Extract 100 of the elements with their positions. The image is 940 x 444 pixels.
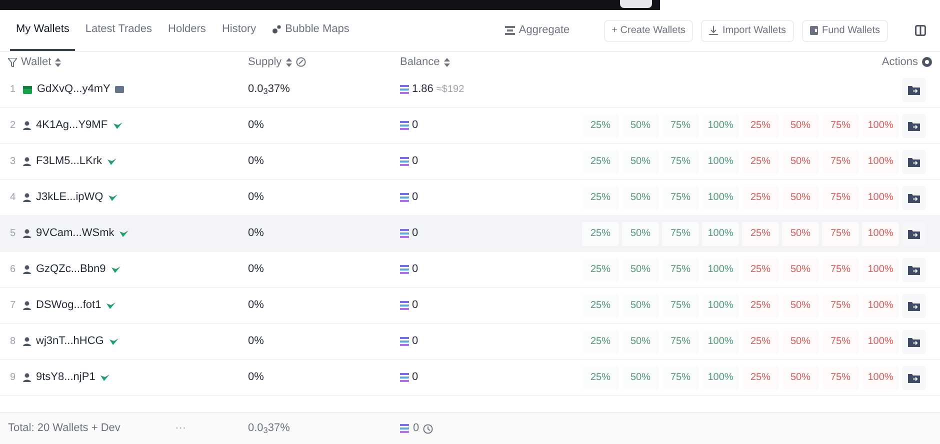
sell-button[interactable]: 25%	[742, 258, 779, 282]
aggregate-button[interactable]: Aggregate	[498, 20, 576, 42]
sell-button[interactable]: 100%	[862, 186, 899, 210]
column-header[interactable]: Balance	[400, 54, 440, 70]
wallet-address[interactable]: DSWog...fot1	[36, 297, 102, 314]
sell-button[interactable]: 100%	[862, 366, 899, 390]
buy-button[interactable]: 25%	[582, 366, 619, 390]
top-bar-button[interactable]	[620, 0, 652, 8]
tab[interactable]: My Wallets	[10, 10, 76, 51]
toolbar-button[interactable]: Import Wallets	[701, 20, 794, 42]
toolbar-button[interactable]: + Create Wallets	[604, 20, 694, 42]
column-header: Actions	[882, 54, 918, 70]
sell-button[interactable]: 25%	[742, 186, 779, 210]
wallet-address[interactable]: 4K1Ag...Y9MF	[36, 117, 108, 134]
wallet-address[interactable]: 9VCam...WSmk	[36, 225, 114, 242]
buy-button[interactable]: 75%	[662, 330, 699, 354]
supply-value: 0%	[248, 119, 264, 132]
buy-button[interactable]: 100%	[702, 114, 739, 138]
sell-button[interactable]: 100%	[862, 294, 899, 318]
tab[interactable]: Latest Trades	[79, 10, 158, 51]
sell-button[interactable]: 100%	[862, 222, 899, 246]
buy-button[interactable]: 50%	[622, 186, 659, 210]
buy-button[interactable]: 25%	[582, 294, 619, 318]
buy-button[interactable]: 75%	[662, 222, 699, 246]
row-number: 6	[10, 263, 17, 277]
sell-button[interactable]: 100%	[862, 258, 899, 282]
wallet-address[interactable]: GzQZc...Bbn9	[36, 261, 106, 278]
sell-button[interactable]: 25%	[742, 366, 779, 390]
buy-button[interactable]: 75%	[662, 150, 699, 174]
sell-button[interactable]: 100%	[862, 114, 899, 138]
folder-button[interactable]	[902, 186, 926, 210]
buy-button[interactable]: 50%	[622, 258, 659, 282]
buy-button[interactable]: 50%	[622, 366, 659, 390]
sell-button[interactable]: 100%	[862, 150, 899, 174]
column-header[interactable]: Wallet	[21, 54, 52, 70]
buy-button[interactable]: 50%	[622, 222, 659, 246]
folder-button[interactable]	[902, 78, 926, 102]
sell-button[interactable]: 75%	[822, 114, 859, 138]
buy-button[interactable]: 50%	[622, 330, 659, 354]
buy-button[interactable]: 25%	[582, 150, 619, 174]
sell-button[interactable]: 50%	[782, 150, 819, 174]
sell-button[interactable]: 100%	[862, 330, 899, 354]
sell-button[interactable]: 50%	[782, 186, 819, 210]
sell-button[interactable]: 25%	[742, 222, 779, 246]
tab[interactable]: History	[216, 10, 262, 51]
buy-button[interactable]: 25%	[582, 258, 619, 282]
more-button[interactable]: ···	[175, 420, 248, 437]
folder-icon	[908, 156, 920, 166]
sell-button[interactable]: 75%	[822, 330, 859, 354]
folder-button[interactable]	[902, 294, 926, 318]
column-header[interactable]: Supply	[248, 54, 282, 70]
buy-button[interactable]: 100%	[702, 150, 739, 174]
sell-button[interactable]: 50%	[782, 294, 819, 318]
buy-button[interactable]: 25%	[582, 330, 619, 354]
sell-button[interactable]: 50%	[782, 114, 819, 138]
sell-button[interactable]: 25%	[742, 330, 779, 354]
sell-button[interactable]: 50%	[782, 258, 819, 282]
wallet-address[interactable]: wj3nT...hHCG	[36, 333, 104, 350]
toolbar-button[interactable]: Fund Wallets	[802, 20, 888, 42]
buy-button[interactable]: 100%	[702, 222, 739, 246]
sell-button[interactable]: 25%	[742, 114, 779, 138]
buy-button[interactable]: 100%	[702, 330, 739, 354]
folder-button[interactable]	[902, 114, 926, 138]
wallet-address[interactable]: 9tsY8...njP1	[36, 369, 96, 386]
buy-button[interactable]: 100%	[702, 366, 739, 390]
buy-button[interactable]: 75%	[662, 366, 699, 390]
buy-button[interactable]: 100%	[702, 258, 739, 282]
sell-button[interactable]: 75%	[822, 366, 859, 390]
tab[interactable]: Bubble Maps	[266, 10, 356, 51]
wallet-address[interactable]: J3kLE...ipWQ	[36, 189, 104, 206]
wallet-address[interactable]: GdXvQ...y4mY	[37, 81, 110, 98]
wallet-address[interactable]: F3LM5...LKrk	[36, 153, 102, 170]
sell-button[interactable]: 50%	[782, 366, 819, 390]
buy-button[interactable]: 25%	[582, 114, 619, 138]
buy-button[interactable]: 25%	[582, 222, 619, 246]
usd-value: ≈$192	[436, 83, 464, 97]
folder-button[interactable]	[902, 150, 926, 174]
sell-button[interactable]: 25%	[742, 150, 779, 174]
buy-button[interactable]: 75%	[662, 114, 699, 138]
sell-button[interactable]: 75%	[822, 150, 859, 174]
buy-button[interactable]: 75%	[662, 186, 699, 210]
folder-button[interactable]	[902, 330, 926, 354]
sell-button[interactable]: 75%	[822, 294, 859, 318]
buy-button[interactable]: 75%	[662, 258, 699, 282]
folder-button[interactable]	[902, 258, 926, 282]
sell-button[interactable]: 50%	[782, 330, 819, 354]
buy-button[interactable]: 50%	[622, 294, 659, 318]
buy-button[interactable]: 50%	[622, 150, 659, 174]
buy-button[interactable]: 50%	[622, 114, 659, 138]
tab[interactable]: Holders	[162, 10, 212, 51]
sell-button[interactable]: 50%	[782, 222, 819, 246]
folder-button[interactable]	[902, 366, 926, 390]
sell-button[interactable]: 25%	[742, 294, 779, 318]
buy-button[interactable]: 75%	[662, 294, 699, 318]
buy-button[interactable]: 25%	[582, 186, 619, 210]
buy-button[interactable]: 100%	[702, 294, 739, 318]
sell-button[interactable]: 75%	[822, 222, 859, 246]
buy-button[interactable]: 100%	[702, 186, 739, 210]
sell-button[interactable]: 75%	[822, 186, 859, 210]
sell-button[interactable]: 75%	[822, 258, 859, 282]
